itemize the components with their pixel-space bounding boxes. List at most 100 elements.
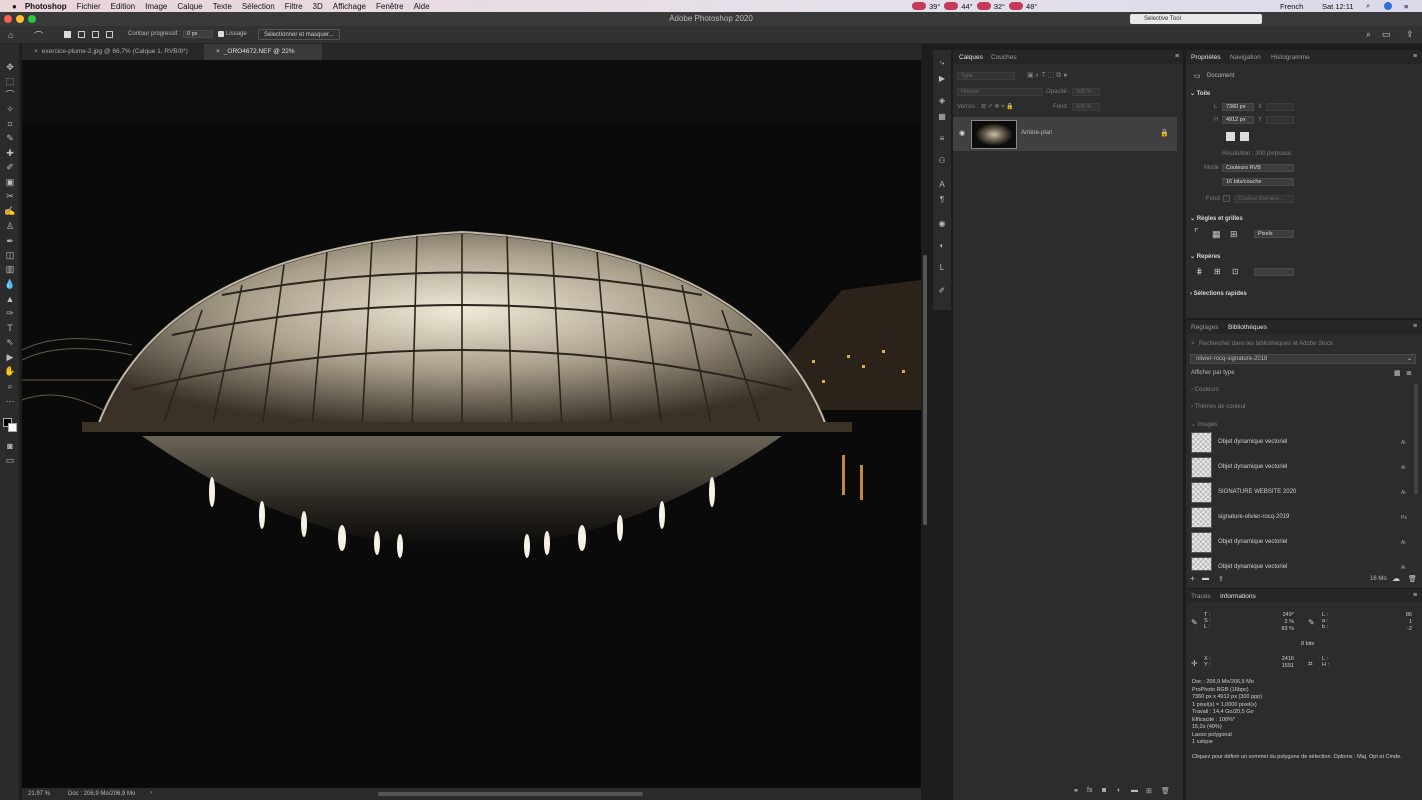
- fill-input[interactable]: 100 %: [1072, 103, 1100, 111]
- spotlight-icon[interactable]: ⌕: [1366, 0, 1370, 12]
- library-item[interactable]: Objet dynamique vectoriel: [1218, 439, 1287, 445]
- vertical-scroll-thumb[interactable]: [923, 255, 927, 525]
- styles-panel-icon[interactable]: ◐: [936, 241, 948, 251]
- doc-tab-oro4672[interactable]: ×_ORO4672.NEF @ 22% (RVB/16*): [204, 44, 322, 71]
- new-group-icon[interactable]: ▬: [1131, 787, 1138, 794]
- background-color-swatch[interactable]: [8, 423, 17, 432]
- library-item[interactable]: Objet dynamique vectoriel: [1218, 564, 1287, 570]
- swatches-panel-icon[interactable]: ◉: [936, 219, 948, 229]
- delete-layer-icon[interactable]: 🗑: [1161, 787, 1170, 795]
- direct-select-icon[interactable]: ▶: [4, 351, 16, 363]
- eye-visibility-icon[interactable]: ◉: [959, 129, 965, 137]
- menu-edition[interactable]: Edition: [111, 2, 135, 11]
- grid-view-icon[interactable]: ▦: [1394, 369, 1401, 377]
- bits-select[interactable]: 16 bits/couche: [1222, 178, 1294, 186]
- library-item[interactable]: Objet dynamique vectoriel: [1218, 539, 1287, 545]
- add-element-icon[interactable]: +: [1190, 574, 1195, 583]
- fond-swatch[interactable]: [1223, 195, 1230, 202]
- actions-panel-icon[interactable]: ▶: [936, 74, 948, 84]
- guide-layout-icon[interactable]: ⊞: [1214, 267, 1221, 276]
- library-thumb[interactable]: [1191, 532, 1212, 553]
- brush-tool-icon[interactable]: ✐: [4, 161, 16, 173]
- fx-icon[interactable]: fx: [1087, 787, 1092, 794]
- tab-calques[interactable]: Calques: [959, 54, 983, 61]
- add-mask-icon[interactable]: ◙: [1102, 787, 1106, 794]
- panel-menu-icon[interactable]: ≡: [1413, 592, 1417, 599]
- eyedropper-icon[interactable]: ✎: [4, 132, 16, 144]
- tab-bibliotheques[interactable]: Bibliothèques: [1228, 324, 1267, 331]
- intersect-selection-icon[interactable]: [106, 31, 113, 38]
- lasso-tool-icon[interactable]: ⌒: [4, 89, 16, 101]
- guide-style-select[interactable]: [1254, 268, 1294, 276]
- tab-reglages[interactable]: Réglages: [1191, 324, 1218, 331]
- y-input[interactable]: [1266, 116, 1294, 124]
- move-tool-icon[interactable]: ✥: [4, 61, 16, 73]
- doc-size[interactable]: Doc : 206,9 Mo/206,9 Mo: [68, 791, 135, 797]
- view-by-type[interactable]: Afficher par type: [1191, 370, 1235, 376]
- x-input[interactable]: [1266, 103, 1294, 111]
- select-and-mask-button[interactable]: Sélectionner et masquer...: [258, 29, 340, 40]
- crop-tool-icon[interactable]: ⌗: [4, 118, 16, 130]
- library-thumb[interactable]: [1191, 507, 1212, 528]
- menubar-clock[interactable]: Sat 12:11: [1322, 0, 1354, 12]
- menu-calque[interactable]: Calque: [177, 2, 202, 11]
- library-search-input[interactable]: Rechercher dans les bibliothèques et Ado…: [1199, 341, 1333, 347]
- smart-guides-icon[interactable]: ⊡: [1232, 267, 1239, 276]
- character-panel-icon[interactable]: A: [936, 180, 948, 190]
- panel-menu-icon[interactable]: ≡: [1175, 53, 1179, 60]
- blur-tool-icon[interactable]: 💧: [4, 278, 16, 290]
- menu-filtre[interactable]: Filtre: [285, 2, 303, 11]
- lissage-checkbox[interactable]: [218, 31, 224, 37]
- zoom-window-button[interactable]: [28, 15, 36, 23]
- doc-tab-exercice[interactable]: × exercice-plume-2.jpg @ 66,7% (Calque 1,…: [22, 44, 202, 60]
- hand-tool-icon[interactable]: ✋: [4, 365, 16, 377]
- menu-fenetre[interactable]: Fenêtre: [376, 2, 404, 11]
- adjustments-panel-icon[interactable]: ≡: [936, 134, 948, 144]
- search-icon[interactable]: ⌕: [1366, 29, 1371, 40]
- adjustment-layer-icon[interactable]: ◐: [1117, 787, 1121, 794]
- art-brush-icon[interactable]: ✍: [4, 205, 16, 217]
- menu-affichage[interactable]: Affichage: [333, 2, 366, 11]
- list-view-icon[interactable]: ≣: [1406, 369, 1412, 377]
- library-thumb[interactable]: [1191, 482, 1212, 503]
- status-arrow-icon[interactable]: ›: [150, 790, 152, 796]
- height-input[interactable]: 4912 px: [1222, 116, 1254, 124]
- selections-section[interactable]: › Sélections rapides: [1190, 291, 1247, 297]
- portrait-orientation-icon[interactable]: [1226, 132, 1235, 141]
- pen-tool-icon[interactable]: ✑: [4, 307, 16, 319]
- eraser-tool-icon[interactable]: ◫: [4, 249, 16, 261]
- mode-select[interactable]: Couleurs RVB: [1222, 164, 1294, 172]
- guides-icon[interactable]: ⋕: [1196, 267, 1203, 276]
- healing-brush-icon[interactable]: ✚: [4, 147, 16, 159]
- library-item[interactable]: signature-olivier-rocq-2019: [1218, 514, 1289, 520]
- opacity-input[interactable]: 100 %: [1072, 88, 1100, 96]
- layer-filter-select[interactable]: Type: [957, 72, 1015, 80]
- group-themes[interactable]: › Thèmes de couleur: [1191, 404, 1246, 410]
- grid-panel-icon[interactable]: ▦: [936, 112, 948, 122]
- menu-app[interactable]: Photoshop: [25, 2, 67, 11]
- menu-selection[interactable]: Sélection: [242, 2, 275, 11]
- layer-name[interactable]: Arrière-plan: [1021, 130, 1052, 136]
- vertical-scrollbar[interactable]: [921, 60, 929, 788]
- home-icon[interactable]: ⌂: [8, 30, 13, 40]
- history-brush-icon[interactable]: ✂: [4, 190, 16, 202]
- trash-icon[interactable]: 🗑: [1408, 575, 1417, 583]
- library-thumb[interactable]: [1191, 457, 1212, 478]
- menu-texte[interactable]: Texte: [213, 2, 232, 11]
- share-icon[interactable]: ⇪: [1406, 29, 1414, 40]
- gradient-brush-icon[interactable]: ✒: [4, 235, 16, 247]
- feather-input[interactable]: 0 px: [183, 30, 213, 38]
- gradient-tool-icon[interactable]: ▥: [4, 263, 16, 275]
- screen-mode-icon[interactable]: ▭: [4, 454, 16, 466]
- dodge-tool-icon[interactable]: ▲: [4, 293, 16, 305]
- language-indicator[interactable]: French: [1280, 0, 1303, 12]
- close-tab-icon[interactable]: ×: [34, 48, 38, 55]
- pixel-grid-icon[interactable]: ⊞: [1230, 229, 1238, 240]
- filter-pixel-icon[interactable]: ▣ ◐ T ⬚ ⧉ ●: [1027, 71, 1067, 80]
- lasso-tool-preset-icon[interactable]: ⌒: [34, 29, 43, 42]
- tab-navigation[interactable]: Navigation: [1230, 54, 1261, 61]
- menu-aide[interactable]: Aide: [414, 2, 430, 11]
- people-panel-icon[interactable]: ⚇: [936, 156, 948, 166]
- library-thumb[interactable]: [1191, 557, 1212, 571]
- panel-menu-icon[interactable]: ≡: [1413, 323, 1417, 330]
